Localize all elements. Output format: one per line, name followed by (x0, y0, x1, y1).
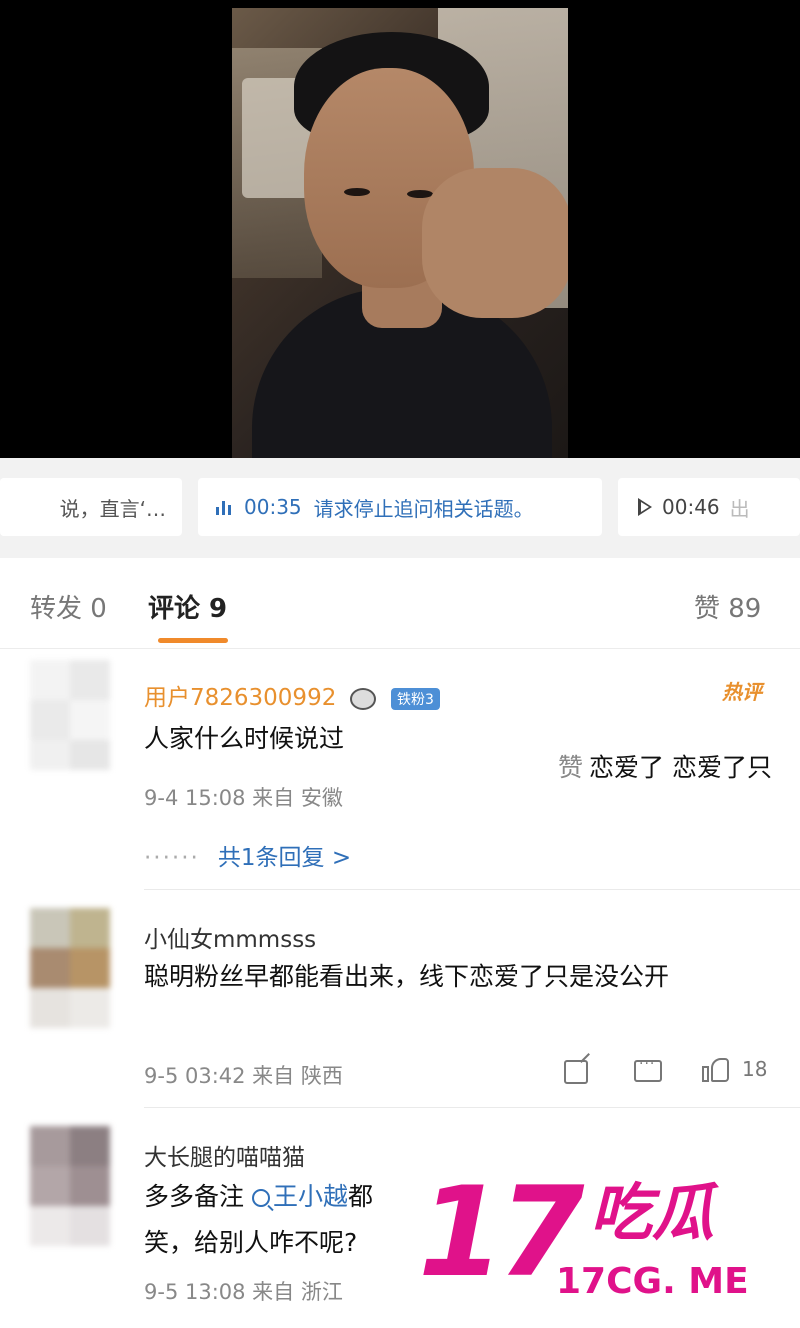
mention-text: 王小越 (272, 1182, 348, 1211)
fan-badge: 铁粉3 (390, 687, 440, 710)
tab-comments[interactable]: 评论 9 (148, 588, 227, 625)
audio-wave-icon (216, 499, 234, 515)
like-count: 18 (742, 1057, 768, 1081)
audio-chip-next[interactable]: 00:46 出 (618, 478, 800, 536)
comment-text-part: 多多备注 (144, 1182, 245, 1211)
watermark-number: 17 (418, 1161, 585, 1305)
tab-active-indicator (158, 638, 228, 643)
comment-username[interactable]: 大长腿的喵喵猫 (144, 1138, 305, 1172)
audio-chip-previous[interactable]: 说，直言‘… (0, 478, 182, 536)
avatar[interactable] (30, 908, 110, 1028)
comment-text: 人家什么时候说过 (144, 724, 345, 753)
thumbs-up-icon (702, 1056, 729, 1082)
replies-text: 共1条回复 > (217, 845, 352, 871)
comment-text-line2: 笑，给别人咋不呢? (144, 1228, 358, 1257)
audio-chip-current-text: 请求停止追问相关话题。 (313, 496, 534, 521)
share-icon (564, 1060, 588, 1084)
share-button[interactable] (564, 1060, 588, 1084)
search-icon (251, 1189, 270, 1207)
replies-dots: ······ (144, 845, 200, 871)
tab-repost[interactable]: 转发 0 (30, 588, 107, 625)
audio-chip-next-text: 出 (729, 496, 750, 521)
comment-meta: 9-5 03:42 来自 陕西 (144, 1064, 343, 1088)
video-player[interactable] (0, 0, 800, 458)
comment-username[interactable]: 小仙女mmmsss (144, 920, 316, 954)
avatar[interactable] (30, 1126, 110, 1246)
comment-icon (634, 1056, 662, 1082)
watermark-url: 17CG. ME (556, 1261, 749, 1302)
username-text: 用户7826300992 (144, 685, 337, 711)
comment-meta: 9-5 13:08 来自 浙江 (144, 1280, 343, 1304)
avatar[interactable] (30, 660, 110, 770)
like-label: 赞 (558, 753, 584, 782)
audio-transcript-strip: 说，直言‘… 00:35 请求停止追问相关话题。 00:46 出 (0, 458, 800, 558)
comment-item: 小仙女mmmsss 聪明粉丝早都能看出来，线下恋爱了只是没公开 9-5 03:4… (0, 890, 800, 1108)
snippet-text: 恋爱了 恋爱了只 (589, 753, 772, 782)
play-icon (638, 498, 652, 516)
audio-chip-current[interactable]: 00:35 请求停止追问相关话题。 (198, 478, 602, 536)
watermark-chinese: 吃瓜 (590, 1176, 715, 1249)
hot-comment-badge: 热评 (722, 680, 762, 704)
watermark-logo: 17 吃瓜 17CG. ME (418, 1168, 800, 1328)
audio-chip-previous-text: 说，直言‘… (59, 496, 166, 521)
audio-chip-current-time: 00:35 (244, 495, 302, 519)
fan-face-icon (349, 687, 376, 710)
like-button[interactable]: 18 (702, 1056, 767, 1082)
comment-text-part: 都 (347, 1182, 373, 1211)
audio-chip-next-time: 00:46 (662, 495, 720, 519)
reply-button[interactable] (634, 1056, 662, 1082)
video-frame (232, 8, 568, 458)
view-replies-link[interactable]: ······ 共1条回复 > (144, 838, 351, 872)
comment-meta: 9-4 15:08 来自 安徽 (144, 786, 343, 810)
mention-link[interactable]: 王小越 (251, 1182, 348, 1211)
comment-username[interactable]: 用户7826300992 铁粉3 (144, 678, 440, 712)
comment-text: 聪明粉丝早都能看出来，线下恋爱了只是没公开 (144, 962, 670, 991)
hot-comment-snippet: 赞恋爱了 恋爱了只 (558, 748, 772, 784)
tab-bar: 转发 0 评论 9 赞 89 (0, 558, 800, 649)
tab-likes[interactable]: 赞 89 (694, 588, 761, 625)
